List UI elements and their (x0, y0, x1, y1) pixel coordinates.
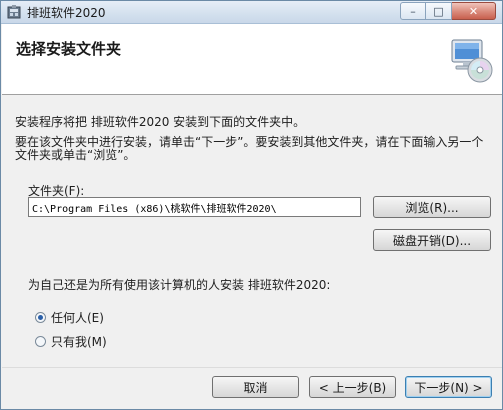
disk-cost-button[interactable]: 磁盘开销(D)... (373, 229, 491, 251)
folder-path-input[interactable] (28, 197, 361, 217)
radio-everyone-circle[interactable] (35, 312, 46, 323)
minimize-icon: – (410, 4, 416, 18)
browse-button[interactable]: 浏览(R)... (373, 196, 491, 218)
instructions-text: 要在该文件夹中进行安装，请单击“下一步”。要安装到其他文件夹，请在下面输入另一个… (15, 135, 484, 162)
radio-just-me-circle[interactable] (35, 336, 46, 347)
maximize-button[interactable]: □ (426, 2, 452, 20)
app-icon (7, 5, 21, 19)
page-title: 选择安装文件夹 (16, 40, 122, 58)
title-bar[interactable]: 排班软件2020 – □ ✕ (1, 1, 502, 24)
caption-buttons: – □ ✕ (400, 2, 496, 21)
maximize-icon: □ (433, 4, 444, 18)
radio-everyone-label: 任何人(E) (51, 311, 104, 325)
install-for-question: 为自己还是为所有使用该计算机的人安装 排班软件2020: (28, 278, 331, 292)
computer-cd-icon (451, 39, 493, 83)
radio-everyone[interactable]: 任何人(E) (35, 309, 104, 326)
install-description: 安装程序将把 排班软件2020 安装到下面的文件夹中。 (15, 115, 306, 129)
radio-just-me-label: 只有我(M) (51, 335, 107, 349)
footer-separator (2, 367, 502, 368)
minimize-button[interactable]: – (400, 2, 426, 20)
header-banner: 选择安装文件夹 (2, 24, 502, 95)
close-icon: ✕ (468, 4, 479, 18)
next-button[interactable]: 下一步(N) > (405, 376, 492, 398)
installer-window: 排班软件2020 – □ ✕ 选择安装文件夹 安装程序将把 排班软件2020 安… (0, 0, 503, 410)
cancel-button[interactable]: 取消 (212, 376, 299, 398)
radio-just-me[interactable]: 只有我(M) (35, 333, 107, 350)
back-button[interactable]: < 上一步(B) (309, 376, 396, 398)
close-button[interactable]: ✕ (452, 2, 496, 20)
window-title: 排班软件2020 (27, 6, 106, 20)
